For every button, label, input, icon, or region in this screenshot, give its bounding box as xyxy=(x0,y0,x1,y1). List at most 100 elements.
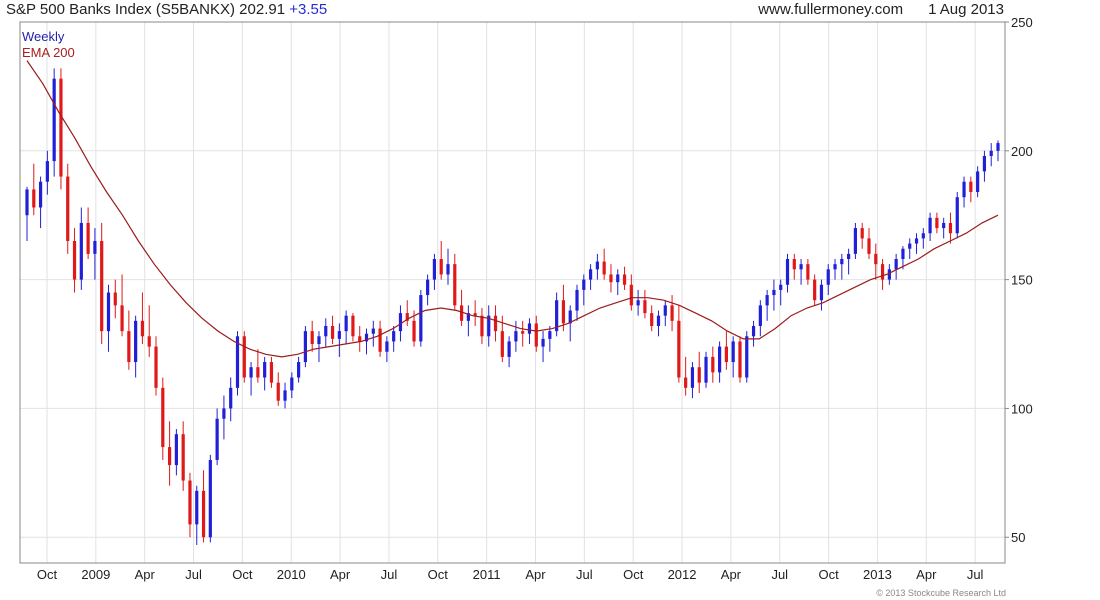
candle-body xyxy=(636,300,640,306)
candle-body xyxy=(100,240,104,332)
candle xyxy=(806,259,810,285)
candle-body xyxy=(113,292,117,306)
x-tick-label: Oct xyxy=(428,567,449,582)
candle xyxy=(249,362,253,396)
candle-body xyxy=(819,284,824,301)
candle xyxy=(833,259,837,280)
candle-body xyxy=(140,320,145,337)
x-tick-label: 2010 xyxy=(277,567,306,582)
candle-body xyxy=(66,176,70,241)
candle xyxy=(317,331,321,363)
x-tick-label: Apr xyxy=(135,567,156,582)
candle xyxy=(921,228,925,249)
y-tick-label: 50 xyxy=(1011,530,1025,545)
candle xyxy=(310,320,314,352)
candle-body xyxy=(948,222,953,234)
candle xyxy=(602,248,606,280)
candle xyxy=(684,356,688,396)
candle-body xyxy=(385,341,389,352)
candle xyxy=(799,259,803,285)
candle-body xyxy=(874,253,878,265)
candle xyxy=(378,320,382,357)
candle-body xyxy=(724,346,728,363)
candle-body xyxy=(378,328,382,352)
candle-body xyxy=(208,459,212,538)
candle xyxy=(324,318,328,347)
candle-body xyxy=(779,284,783,290)
candle-body xyxy=(887,269,891,280)
candle-body xyxy=(358,336,362,342)
candle xyxy=(616,269,620,296)
candle xyxy=(887,264,891,285)
candle xyxy=(392,325,396,352)
candle-body xyxy=(127,331,131,363)
candle xyxy=(521,320,525,347)
candle xyxy=(25,186,29,241)
candle xyxy=(161,377,165,460)
candle-body xyxy=(439,259,443,275)
candle-body xyxy=(344,315,348,332)
candle xyxy=(758,300,762,337)
candle xyxy=(792,253,796,280)
candle-body xyxy=(195,490,199,525)
candle xyxy=(880,259,885,290)
copyright: © 2013 Stockcube Research Ltd xyxy=(876,588,1006,598)
x-tick-label: Oct xyxy=(232,567,253,582)
candle xyxy=(724,331,728,370)
x-tick-label: Apr xyxy=(721,567,742,582)
candle xyxy=(595,253,599,280)
candle-body xyxy=(52,78,56,162)
candle xyxy=(527,318,532,345)
candle-body xyxy=(174,434,178,466)
candle-body xyxy=(772,289,776,296)
x-tick-label: 2009 xyxy=(81,567,110,582)
candle xyxy=(351,313,355,342)
candle-body xyxy=(534,323,538,347)
candle xyxy=(697,351,701,393)
candle-body xyxy=(969,181,973,193)
candle xyxy=(507,336,511,368)
candle-body xyxy=(59,78,63,177)
candle-body xyxy=(650,313,654,326)
candle xyxy=(718,341,722,383)
candle xyxy=(677,305,681,383)
x-tick-label: Jul xyxy=(771,567,788,582)
candle xyxy=(222,395,226,440)
x-tick-label: Oct xyxy=(818,567,839,582)
candle xyxy=(969,176,973,203)
candle xyxy=(195,485,199,545)
candle xyxy=(704,351,708,388)
candle-body xyxy=(521,331,525,334)
candle xyxy=(622,266,627,290)
candle-body xyxy=(751,325,756,337)
candle xyxy=(459,289,464,326)
candle xyxy=(582,274,586,306)
candle-body xyxy=(541,338,545,347)
x-tick-label: Oct xyxy=(37,567,58,582)
candle-body xyxy=(847,253,851,260)
candle xyxy=(847,248,851,275)
candle-body xyxy=(72,240,77,280)
candle-body xyxy=(392,331,396,342)
candle xyxy=(962,176,966,208)
candle xyxy=(928,212,932,241)
candle xyxy=(955,192,959,239)
x-tick-label: Apr xyxy=(916,567,937,582)
x-axis: Oct 2009 Apr Jul Oct 2010 Apr Jul Oct 2011 Apr Jul O… xyxy=(37,567,984,582)
x-tick-label: Apr xyxy=(525,567,546,582)
candle xyxy=(663,300,667,326)
legend-weekly: Weekly xyxy=(22,29,65,44)
y-tick-label: 200 xyxy=(1011,144,1033,159)
candle-body xyxy=(303,331,307,363)
candle-body xyxy=(860,228,864,239)
candle-body xyxy=(249,367,253,378)
candle xyxy=(860,222,864,249)
candle xyxy=(636,289,640,316)
x-tick-label: Jul xyxy=(185,567,202,582)
candle-body xyxy=(561,300,566,324)
candle-body xyxy=(25,189,29,216)
candle xyxy=(79,207,83,290)
candle xyxy=(134,315,138,378)
candle-body xyxy=(962,181,966,198)
candle xyxy=(942,217,946,239)
